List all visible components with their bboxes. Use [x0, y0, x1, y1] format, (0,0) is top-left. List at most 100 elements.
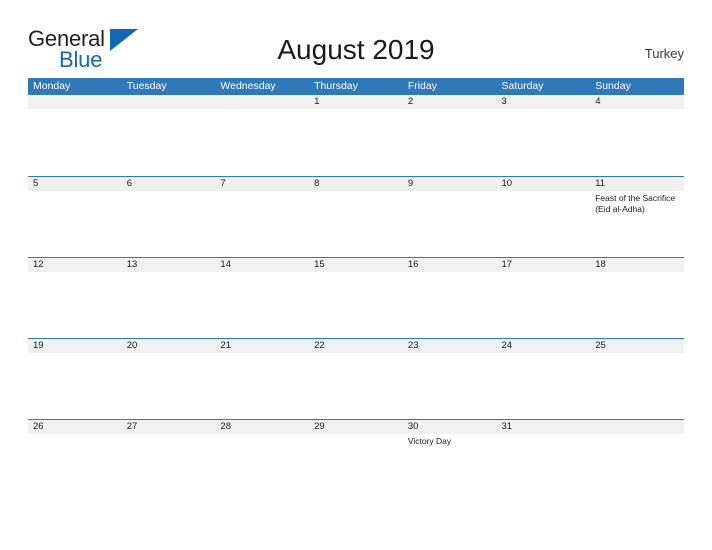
calendar-day-cell[interactable]: 24 — [497, 339, 591, 419]
calendar-day-cell[interactable]: 21 — [215, 339, 309, 419]
calendar-day-cell[interactable]: 3 — [497, 95, 591, 175]
day-number — [127, 95, 213, 109]
calendar-day-cell[interactable]: 19 — [28, 339, 122, 419]
calendar-day-cell[interactable]: 8 — [309, 177, 403, 257]
calendar-day-cell[interactable]: 20 — [122, 339, 216, 419]
week-day-grid: 19 20 21 22 23 24 25 — [28, 339, 684, 419]
weekday-header-sunday: Sunday — [595, 80, 631, 92]
week-day-grid: 26 27 28 29 30 Victory Day 31 — [28, 420, 684, 500]
calendar-day-cell[interactable]: 16 — [403, 258, 497, 338]
page-header: General Blue August 2019 Turkey — [0, 0, 712, 78]
day-number: 9 — [407, 178, 414, 189]
calendar-day-cell[interactable]: 1 — [309, 95, 403, 175]
day-number: 22 — [314, 340, 325, 351]
day-number: 14 — [220, 259, 231, 270]
calendar-event: Victory Day — [407, 436, 452, 446]
calendar-day-cell[interactable]: 12 — [28, 258, 122, 338]
calendar-day-cell[interactable]: 27 — [122, 420, 216, 500]
calendar-day-cell[interactable]: 31 — [497, 420, 591, 500]
day-number: 10 — [501, 178, 513, 189]
weekday-header-thursday: Thursday — [314, 80, 358, 92]
calendar-day-cell-empty — [28, 95, 122, 175]
calendar-day-cell[interactable]: 23 — [403, 339, 497, 419]
day-number: 11 — [595, 178, 606, 189]
calendar-week-row: 1 2 3 4 — [28, 95, 684, 176]
week-day-grid: 1 2 3 4 — [28, 95, 684, 175]
calendar-day-cell[interactable]: 28 — [215, 420, 309, 500]
day-number: 16 — [407, 259, 419, 270]
calendar-day-cell[interactable]: 14 — [215, 258, 309, 338]
week-day-grid: 5 6 7 8 9 10 11 Feast of the Sacrifice (Eid al-… — [28, 177, 684, 257]
calendar-table: Monday Tuesday Wednesday Thursday Friday… — [28, 78, 684, 500]
week-day-grid: 12 13 14 15 16 17 18 — [28, 258, 684, 338]
calendar-day-cell[interactable]: 29 — [309, 420, 403, 500]
weekday-header-friday: Friday — [407, 80, 437, 92]
day-number: 31 — [501, 421, 513, 432]
calendar-day-cell[interactable]: 6 — [122, 177, 216, 257]
weekday-header-saturday: Saturday — [501, 80, 544, 92]
day-number: 21 — [220, 340, 231, 351]
weekday-header-row: Monday Tuesday Wednesday Thursday Friday… — [28, 78, 684, 95]
calendar-day-cell[interactable]: 4 — [590, 95, 684, 175]
day-number: 27 — [126, 421, 138, 432]
day-number: 7 — [220, 178, 226, 189]
calendar-day-cell[interactable]: 5 — [28, 177, 122, 257]
weekday-header-wednesday: Wednesday — [220, 80, 276, 92]
day-number: 1 — [314, 96, 320, 107]
calendar-page: General Blue August 2019 Turkey Monday T… — [0, 0, 712, 550]
calendar-weeks: 1 2 3 4 5 6 7 8 9 10 11 Feast of the Sacrifice (Eid… — [28, 95, 684, 500]
day-number: 4 — [595, 96, 601, 107]
day-number: 30 — [407, 421, 419, 432]
calendar-day-cell[interactable]: 18 — [590, 258, 684, 338]
page-title: August 2019 — [277, 34, 435, 65]
calendar-day-cell[interactable]: 26 — [28, 420, 122, 500]
calendar-day-cell[interactable]: 15 — [309, 258, 403, 338]
calendar-day-cell[interactable]: 13 — [122, 258, 216, 338]
day-number: 23 — [407, 340, 419, 351]
calendar-day-cell[interactable]: 30 Victory Day — [403, 420, 497, 500]
day-events: Feast of the Sacrifice (Eid al-Adha) — [595, 191, 681, 215]
day-number: 8 — [314, 178, 320, 189]
calendar-day-cell[interactable]: 22 — [309, 339, 403, 419]
day-number: 26 — [33, 421, 44, 432]
calendar-day-cell-empty — [122, 95, 216, 175]
calendar-day-cell-empty — [215, 95, 309, 175]
day-number: 28 — [220, 421, 231, 432]
day-number — [595, 420, 681, 434]
day-number: 25 — [595, 340, 606, 351]
calendar-day-cell[interactable]: 9 — [403, 177, 497, 257]
day-number — [33, 95, 119, 109]
calendar-day-cell[interactable]: 2 — [403, 95, 497, 175]
logo-triangle-icon — [110, 29, 138, 51]
day-number: 3 — [501, 96, 507, 107]
day-events: Victory Day — [408, 434, 494, 447]
day-number — [220, 95, 306, 109]
day-number: 15 — [314, 259, 325, 270]
calendar-week-row: 12 13 14 15 16 17 18 — [28, 257, 684, 338]
calendar-day-cell[interactable]: 17 — [497, 258, 591, 338]
weekday-header-tuesday: Tuesday — [126, 80, 167, 92]
day-number: 24 — [501, 340, 513, 351]
calendar-day-cell[interactable]: 7 — [215, 177, 309, 257]
day-number: 18 — [595, 259, 606, 270]
calendar-day-cell[interactable]: 25 — [590, 339, 684, 419]
day-number: 5 — [33, 178, 39, 189]
logo-text-blue: Blue — [59, 47, 103, 72]
calendar-day-cell[interactable]: 11 Feast of the Sacrifice (Eid al-Adha) — [590, 177, 684, 257]
day-number: 6 — [126, 178, 132, 189]
day-number: 20 — [126, 340, 138, 351]
calendar-day-cell-empty — [590, 420, 684, 500]
calendar-week-row: 19 20 21 22 23 24 25 — [28, 338, 684, 419]
day-number: 2 — [407, 96, 414, 107]
calendar-week-row: 26 27 28 29 30 Victory Day 31 — [28, 419, 684, 500]
calendar-day-cell[interactable]: 10 — [497, 177, 591, 257]
day-number: 13 — [126, 259, 138, 270]
region-label: Turkey — [644, 46, 684, 61]
day-number: 12 — [33, 259, 44, 270]
day-number: 29 — [314, 421, 325, 432]
day-number: 19 — [33, 340, 44, 351]
calendar-week-row: 5 6 7 8 9 10 11 Feast of the Sacrifice (Eid al-… — [28, 176, 684, 257]
calendar-event: Feast of the Sacrifice (Eid al-Adha) — [595, 193, 676, 214]
weekday-header-monday: Monday — [33, 80, 71, 92]
day-number: 17 — [501, 259, 513, 270]
